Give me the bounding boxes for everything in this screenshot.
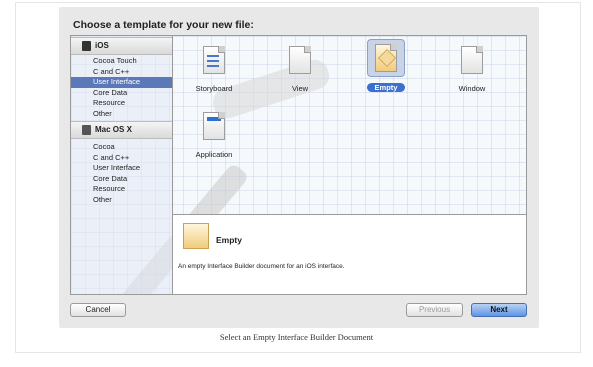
figure-caption: Select an Empty Interface Builder Docume…	[219, 332, 374, 342]
sidebar-section-label: Mac OS X	[95, 125, 132, 134]
template-label: Storyboard	[195, 84, 233, 93]
empty-doc-icon	[183, 223, 209, 249]
sidebar-section-label: iOS	[95, 41, 109, 50]
storyboard-doc-icon	[203, 46, 225, 74]
detail-template-name: Empty	[216, 235, 242, 245]
template-storyboard[interactable]: Storyboard	[183, 42, 245, 93]
template-label: Application	[195, 150, 233, 159]
sidebar-item-cocoa[interactable]: Cocoa	[71, 142, 172, 153]
blank-doc-icon	[461, 46, 483, 74]
sidebar-item-user-interface[interactable]: User Interface	[71, 163, 172, 174]
sidebar-item-c-cpp[interactable]: C and C++	[71, 67, 172, 78]
template-label: Window	[458, 84, 486, 93]
previous-button[interactable]: Previous	[406, 303, 463, 317]
sidebar-item-core-data[interactable]: Core Data	[71, 174, 172, 185]
template-empty[interactable]: Empty	[355, 39, 417, 92]
sidebar-item-c-cpp[interactable]: C and C++	[71, 153, 172, 164]
cancel-button[interactable]: Cancel	[70, 303, 126, 317]
sidebar-item-cocoa-touch[interactable]: Cocoa Touch	[71, 56, 172, 67]
sidebar-section-ios[interactable]: iOS	[71, 37, 172, 55]
template-label: Empty	[366, 83, 406, 92]
application-doc-icon	[203, 112, 225, 140]
sidebar-item-core-data[interactable]: Core Data	[71, 88, 172, 99]
template-label: View	[291, 84, 309, 93]
ios-device-icon	[82, 41, 91, 51]
sidebar-item-other[interactable]: Other	[71, 109, 172, 120]
next-button[interactable]: Next	[471, 303, 527, 317]
sidebar-item-resource[interactable]: Resource	[71, 184, 172, 195]
detail-template-description: An empty Interface Builder document for …	[178, 263, 345, 270]
template-view[interactable]: View	[269, 42, 331, 93]
mac-icon	[82, 125, 91, 135]
blank-doc-icon	[289, 46, 311, 74]
sidebar-item-user-interface[interactable]: User Interface	[71, 77, 172, 88]
template-detail-pane: Empty An empty Interface Builder documen…	[173, 214, 526, 294]
template-chooser-panel: iOS Cocoa Touch C and C++ User Interface…	[70, 35, 527, 295]
template-category-sidebar: iOS Cocoa Touch C and C++ User Interface…	[71, 36, 173, 294]
empty-doc-icon	[375, 44, 397, 72]
dialog-title: Choose a template for your new file:	[73, 19, 254, 31]
sidebar-item-resource[interactable]: Resource	[71, 98, 172, 109]
sidebar-section-mac-os-x[interactable]: Mac OS X	[71, 121, 172, 139]
sidebar-item-other[interactable]: Other	[71, 195, 172, 206]
template-application[interactable]: Application	[183, 108, 245, 159]
template-window[interactable]: Window	[441, 42, 503, 93]
